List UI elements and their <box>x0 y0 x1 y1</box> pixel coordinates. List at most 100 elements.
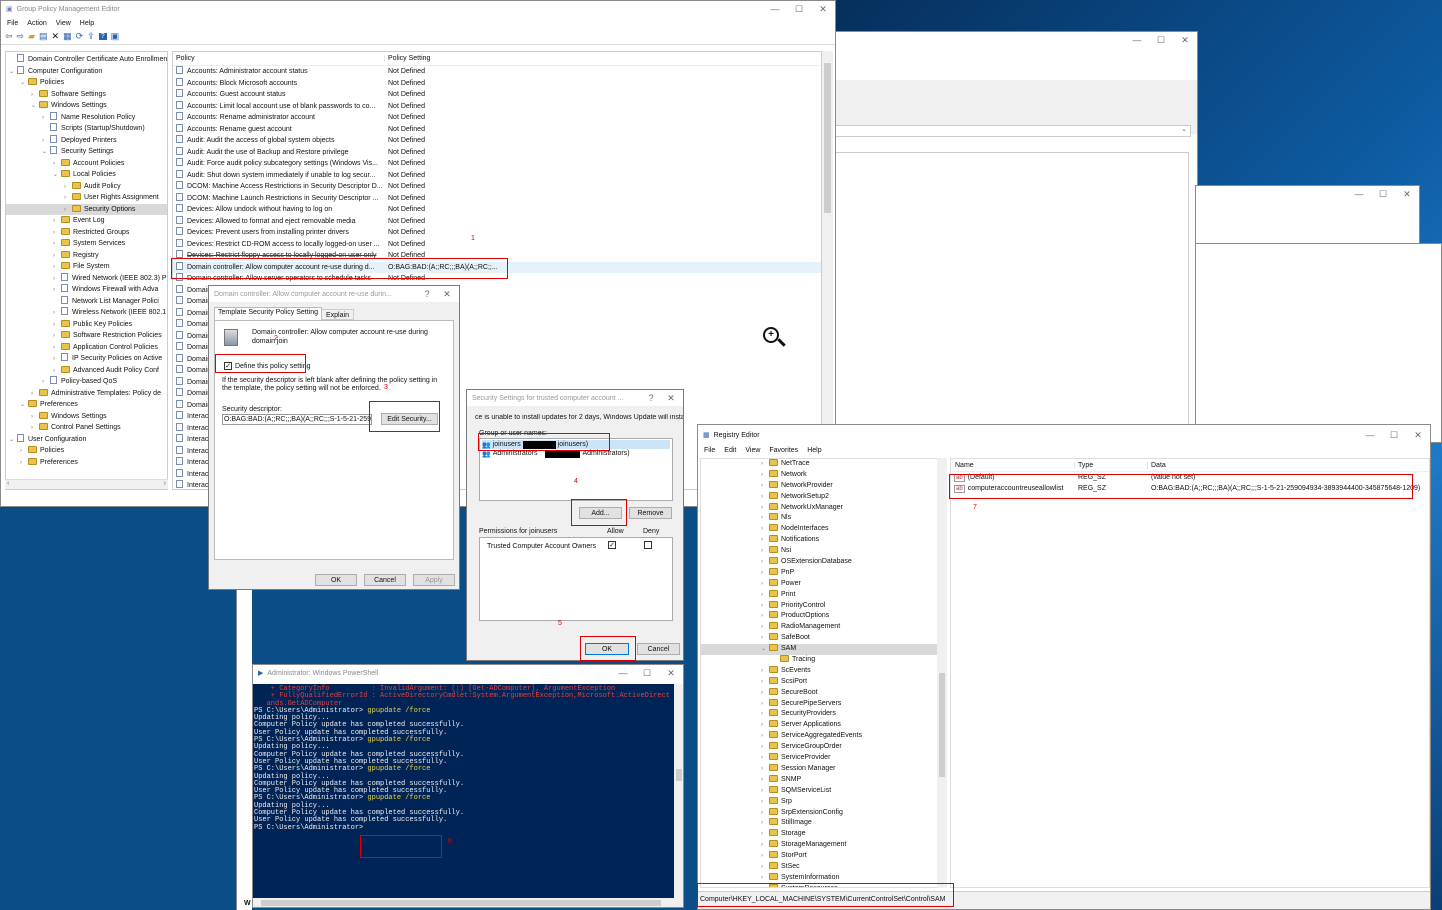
tree-item[interactable]: › System Services <box>6 238 167 250</box>
minimize-button[interactable]: — <box>611 668 635 679</box>
chevron-right-icon[interactable]: › <box>761 808 769 819</box>
tree-item[interactable]: › Windows Settings <box>6 411 167 423</box>
console-area[interactable]: + CategoryInfo : InvalidArgument: (:) [G… <box>253 684 674 898</box>
add-button[interactable]: Add... <box>579 507 622 519</box>
chevron-right-icon[interactable]: › <box>761 851 769 862</box>
tree-item[interactable]: › Security Options <box>6 203 167 216</box>
tree-item[interactable]: ⌄ Policies <box>6 77 167 89</box>
tree-item[interactable]: › Wireless Network (IEEE 802.1 <box>6 307 167 319</box>
ok-button[interactable]: OK <box>585 643 629 655</box>
console-scroll-thumb[interactable] <box>676 769 682 781</box>
chevron-right-icon[interactable]: › <box>53 285 61 296</box>
chevron-right-icon[interactable]: › <box>761 840 769 851</box>
security-settings-dialog[interactable]: Security Settings for trusted computer a… <box>466 389 684 661</box>
help-icon[interactable]: ? <box>98 33 107 40</box>
chevron-right-icon[interactable]: › <box>761 666 769 677</box>
chevron-right-icon[interactable]: › <box>31 412 39 423</box>
column-header-name[interactable]: Name <box>951 461 1075 469</box>
tree-item[interactable]: ⌄ Local Policies <box>6 169 167 181</box>
registry-key[interactable]: › Network <box>701 469 937 481</box>
menu-favorites[interactable]: Favorites <box>769 447 798 454</box>
maximize-button[interactable]: ☐ <box>787 4 811 15</box>
column-header-policy-setting[interactable]: Policy Setting <box>385 55 430 62</box>
table-row[interactable]: Domain controller: Allow server operator… <box>173 273 821 285</box>
menu-file[interactable]: File <box>704 447 715 454</box>
chevron-right-icon[interactable]: › <box>53 366 61 377</box>
table-row[interactable]: Audit: Audit the use of Backup and Resto… <box>173 146 821 159</box>
background-window-3[interactable] <box>1195 243 1442 443</box>
chevron-right-icon[interactable]: › <box>31 423 39 434</box>
chevron-right-icon[interactable]: › <box>761 579 769 590</box>
console-hscrollbar[interactable] <box>253 898 683 907</box>
close-button[interactable]: ✕ <box>1406 430 1430 441</box>
chevron-down-icon[interactable]: ⌄ <box>20 400 28 411</box>
table-row[interactable]: Accounts: Limit local account use of bla… <box>173 100 821 113</box>
chevron-down-icon[interactable]: ⌄ <box>42 147 50 158</box>
list-item[interactable]: 👥 Administrators Administrators) <box>482 449 670 458</box>
cancel-button[interactable]: Cancel <box>637 643 680 655</box>
chevron-right-icon[interactable]: › <box>64 182 72 193</box>
registry-key[interactable]: › Session Manager <box>701 763 937 775</box>
chevron-right-icon[interactable]: › <box>761 720 769 731</box>
menu-action[interactable]: Action <box>27 20 46 27</box>
registry-key[interactable]: › PriorityControl <box>701 600 937 612</box>
chevron-right-icon[interactable]: › <box>53 239 61 250</box>
registry-value-row[interactable]: ab computeraccountreuseallowlist REG_SZ O:B… <box>951 483 1429 494</box>
properties-icon[interactable]: ▦ <box>63 31 72 42</box>
chevron-right-icon[interactable]: › <box>761 557 769 568</box>
menu-file[interactable]: File <box>7 20 18 27</box>
registry-key[interactable]: › Srp <box>701 796 937 808</box>
table-row[interactable]: Accounts: Rename guest account Not Define… <box>173 123 821 136</box>
registry-key[interactable]: › NetworkSetup2 <box>701 491 937 503</box>
registry-key[interactable]: › Server Applications <box>701 720 937 731</box>
table-row[interactable]: Devices: Restrict floppy access to local… <box>173 250 821 262</box>
registry-key[interactable]: › SrpExtensionConfig <box>701 807 937 819</box>
chevron-right-icon[interactable]: › <box>761 699 769 710</box>
chevron-right-icon[interactable]: › <box>761 459 769 470</box>
chevron-right-icon[interactable]: › <box>761 753 769 764</box>
refresh-icon[interactable]: ⟳ <box>76 31 84 42</box>
tree-vscrollbar[interactable] <box>937 458 947 888</box>
tree-item[interactable]: ⌄ User Configuration <box>6 433 167 446</box>
tree-item[interactable]: Network List Manager Polici <box>6 295 167 308</box>
list-item[interactable]: 👥 joinusers joinusers) <box>482 440 670 449</box>
chevron-down-icon[interactable]: ⌄ <box>53 170 61 181</box>
tree-item[interactable]: › Restricted Groups <box>6 227 167 239</box>
table-row[interactable]: Audit: Shut down system immediately if u… <box>173 169 821 182</box>
maximize-button[interactable]: ☐ <box>635 668 659 679</box>
registry-key[interactable]: › StillImage <box>701 818 937 829</box>
registry-key[interactable]: › NetworkUxManager <box>701 502 937 514</box>
close-button[interactable]: ✕ <box>435 289 459 300</box>
apply-button[interactable]: Apply <box>413 574 455 586</box>
show-hide-tree-icon[interactable]: ▤ <box>39 31 48 42</box>
registry-key[interactable]: › StorPort <box>701 851 937 862</box>
tree-item[interactable]: › Software Settings <box>6 89 167 101</box>
table-row[interactable]: Accounts: Guest account status Not Define… <box>173 89 821 101</box>
chevron-right-icon[interactable]: › <box>761 622 769 633</box>
registry-key[interactable]: › SecurityProviders <box>701 709 937 720</box>
column-header-type[interactable]: Type <box>1075 461 1148 469</box>
tree-item[interactable]: › IP Security Policies on Active <box>6 353 167 365</box>
registry-key[interactable]: › ServiceGroupOrder <box>701 742 937 753</box>
table-row[interactable]: Devices: Allowed to format and eject rem… <box>173 215 821 228</box>
registry-key[interactable]: › SystemInformation <box>701 872 937 884</box>
tree-item[interactable]: › Policies <box>6 445 167 457</box>
chevron-right-icon[interactable]: › <box>761 862 769 873</box>
registry-key[interactable]: › Nls <box>701 513 937 524</box>
back-icon[interactable]: ⇦ <box>5 31 13 42</box>
ok-button[interactable]: OK <box>315 574 357 586</box>
chevron-right-icon[interactable]: › <box>761 524 769 535</box>
tree-item[interactable]: › Public Key Policies <box>6 319 167 331</box>
powershell-window[interactable]: ▶ Administrator: Windows PowerShell — ☐ ✕ +… <box>252 664 684 908</box>
chevron-right-icon[interactable]: › <box>42 377 50 388</box>
chevron-right-icon[interactable]: › <box>53 228 61 239</box>
registry-editor-window[interactable]: ▦ Registry Editor — ☐ ✕ File Edit View Favorit… <box>697 424 1431 910</box>
forward-icon[interactable]: ⇨ <box>17 31 25 42</box>
sd-input[interactable]: O:BAG:BAD:(A;;RC;;;BA)(A;;RC;;;S-1-5-21-… <box>222 414 372 425</box>
chevron-right-icon[interactable]: › <box>761 884 769 887</box>
table-row[interactable]: DCOM: Machine Access Restrictions in Sec… <box>173 181 821 193</box>
chevron-right-icon[interactable]: › <box>761 513 769 524</box>
chevron-right-icon[interactable]: › <box>64 205 72 216</box>
tree-item[interactable]: › Windows Firewall with Adva <box>6 284 167 296</box>
delete-icon[interactable]: ✕ <box>52 31 60 42</box>
